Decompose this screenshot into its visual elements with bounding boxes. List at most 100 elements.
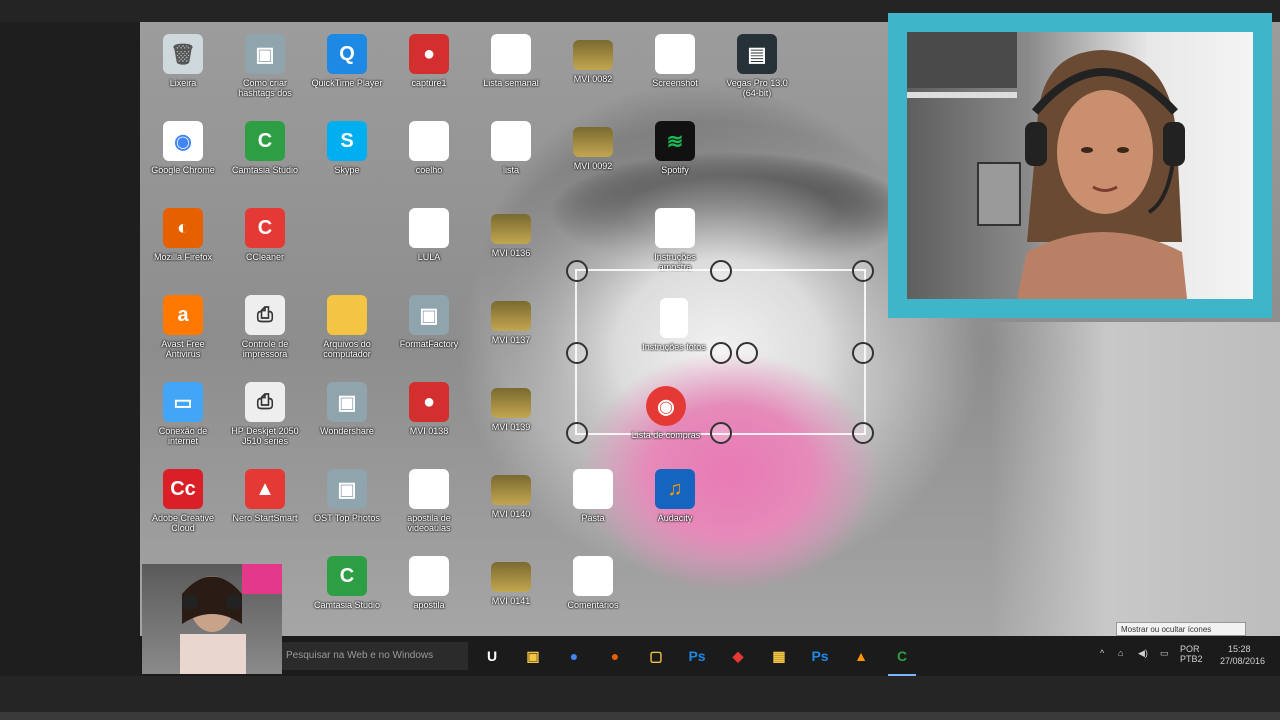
taskbar-app-5[interactable]: Ps	[683, 642, 711, 670]
desktop-icon[interactable]: MVI 0136	[471, 200, 551, 286]
desktop-icon[interactable]: C CCleaner	[225, 200, 305, 286]
tray-network-icon[interactable]: ⌂	[1118, 648, 1123, 658]
desktop-icon[interactable]: coelho	[389, 113, 469, 199]
red-icon: ●	[409, 34, 449, 74]
tray-time[interactable]: 15:28	[1228, 644, 1251, 654]
taskbar-active-indicator	[888, 674, 916, 676]
resize-handle-bottom[interactable]	[710, 422, 732, 444]
desktop-icon[interactable]: Comentários	[553, 548, 633, 634]
desktop-icon[interactable]: MVI 0082	[553, 26, 633, 112]
chrome-icon: ◉	[163, 121, 203, 161]
desktop-icon-label: Controle de impressora	[241, 339, 289, 359]
desktop-icon[interactable]: LULA	[389, 200, 469, 286]
desktop-icon-label: Vegas Pro 13.0 (64-bit)	[726, 78, 788, 98]
video-icon	[491, 301, 531, 331]
taskbar-app-10[interactable]: C	[888, 642, 916, 670]
tray-language[interactable]: POR PTB2	[1180, 644, 1220, 664]
taskbar-app-6[interactable]: ◆	[724, 642, 752, 670]
desktop-icon[interactable]: ▣ Como criar hashtags dos	[225, 26, 305, 112]
desktop-icon[interactable]: S Skype	[307, 113, 387, 199]
resize-handle-bottom-right[interactable]	[852, 422, 874, 444]
desktop-icon-label: Audacity	[657, 513, 693, 523]
desktop-icon-label: capture1	[411, 78, 447, 88]
desktop-icon-label: OST Top Photos	[314, 513, 380, 523]
desktop-icon[interactable]: ▤ Vegas Pro 13.0 (64-bit)	[717, 26, 797, 112]
desktop-icon[interactable]: ▣ Wondershare	[307, 374, 387, 460]
desktop-icon[interactable]: ◐ Mozilla Firefox	[143, 200, 223, 286]
desktop-icon-label: Camtasia Studio	[231, 165, 299, 175]
desktop-icon[interactable]: ● capture1	[389, 26, 469, 112]
desktop-icon[interactable]: ⎙ Controle de impressora	[225, 287, 305, 373]
tray-date[interactable]: 27/08/2016	[1220, 656, 1265, 666]
desktop-icon[interactable]: C Camtasia Studio	[307, 548, 387, 634]
desktop-icon[interactable]: ≋ Spotify	[635, 113, 715, 199]
desktop-icon[interactable]: apostila	[389, 548, 469, 634]
desktop-icon[interactable]: ▭ Conexão de internet	[143, 374, 223, 460]
desktop-icon[interactable]: ◉ Google Chrome	[143, 113, 223, 199]
desktop-icon[interactable]: ▣ OST Top Photos	[307, 461, 387, 547]
desktop-icon-label: Wondershare	[320, 426, 374, 436]
taskbar-search-box[interactable]: Pesquisar na Web e no Windows	[280, 642, 468, 670]
desktop-icon[interactable]: MVI 0141	[471, 548, 551, 634]
desktop-icon[interactable]: MVI 0140	[471, 461, 551, 547]
resize-handle-right[interactable]	[852, 342, 874, 364]
taskbar-app-0[interactable]: U	[478, 642, 506, 670]
resize-handle-left[interactable]	[566, 342, 588, 364]
taskbar-app-3[interactable]: ●	[601, 642, 629, 670]
desktop-icon-label: lista	[502, 165, 519, 175]
desktop-icon-label: Como criar hashtags dos	[238, 78, 292, 98]
spotify-icon: ≋	[655, 121, 695, 161]
camtasia-icon: C	[327, 556, 367, 596]
resize-handle-bottom-left[interactable]	[566, 422, 588, 444]
desktop-icon-label: CCleaner	[245, 252, 285, 262]
resize-handle-top-right[interactable]	[852, 260, 874, 282]
nero-icon: ▲	[245, 469, 285, 509]
desktop-icon[interactable]: ▲ Nero StartSmart	[225, 461, 305, 547]
pc-icon: ▭	[163, 382, 203, 422]
doc-icon	[655, 208, 695, 248]
desktop-icon[interactable]: Arquivos do computador	[307, 287, 387, 373]
printer-icon: ⎙	[245, 295, 285, 335]
video-icon	[491, 562, 531, 592]
desktop-icon[interactable]: Screenshot	[635, 26, 715, 112]
desktop-icon[interactable]: apostila de videoaulas	[389, 461, 469, 547]
desktop-icon[interactable]: Pasta	[553, 461, 633, 547]
desktop-icon-label: Comentários	[567, 600, 619, 610]
desktop-icon[interactable]: MVI 0137	[471, 287, 551, 373]
app-icon: ▣	[327, 382, 367, 422]
resize-handle-top[interactable]	[710, 260, 732, 282]
desktop-icon[interactable]: MVI 0139	[471, 374, 551, 460]
desktop-icon-selected[interactable]: Instruções fotos	[634, 290, 714, 376]
doc-icon	[491, 121, 531, 161]
desktop-icon[interactable]: Q QuickTime Player	[307, 26, 387, 112]
desktop-icon-label: Pasta	[581, 513, 605, 523]
taskbar-app-9[interactable]: ▲	[847, 642, 875, 670]
taskbar-app-7[interactable]: ▦	[765, 642, 793, 670]
taskbar-app-2[interactable]: ●	[560, 642, 588, 670]
taskbar-app-8[interactable]: Ps	[806, 642, 834, 670]
taskbar-app-1[interactable]: ▣	[519, 642, 547, 670]
desktop-icon[interactable]: C Camtasia Studio	[225, 113, 305, 199]
desktop-icon[interactable]: ● MVI 0138	[389, 374, 469, 460]
desktop-icon[interactable]: MVI 0092	[553, 113, 633, 199]
desktop-icon[interactable]: 🗑 Lixeira	[143, 26, 223, 112]
desktop-icon[interactable]: ♫ Audacity	[635, 461, 715, 547]
desktop-icon[interactable]: Cc Adobe Creative Cloud	[143, 461, 223, 547]
taskbar-app-4[interactable]: ▢	[642, 642, 670, 670]
desktop-icon[interactable]: ⎙ HP Deskjet 2050 J510 series	[225, 374, 305, 460]
tray-notification[interactable]: Mostrar ou ocultar ícones	[1116, 622, 1246, 636]
desktop-icon[interactable]: lista	[471, 113, 551, 199]
adobe-icon: Cc	[163, 469, 203, 509]
doc-icon	[409, 469, 449, 509]
tray-volume-icon[interactable]: ◀)	[1138, 648, 1148, 659]
desktop-icon-label: Adobe Creative Cloud	[151, 513, 215, 533]
desktop-icon[interactable]: a Avast Free Antivirus	[143, 287, 223, 373]
desktop-icon[interactable]: Lista semanal	[471, 26, 551, 112]
desktop-icon-selected[interactable]: ◉ Lista de compras	[626, 378, 706, 464]
desktop-icon-label: Nero StartSmart	[232, 513, 298, 523]
resize-handle-top-left[interactable]	[566, 260, 588, 282]
rotate-handle-2[interactable]	[736, 342, 758, 364]
tray-chevron-icon[interactable]: ^	[1100, 648, 1104, 658]
desktop-icon[interactable]: ▣ FormatFactory	[389, 287, 469, 373]
tray-battery-icon[interactable]: ▭	[1160, 648, 1169, 659]
